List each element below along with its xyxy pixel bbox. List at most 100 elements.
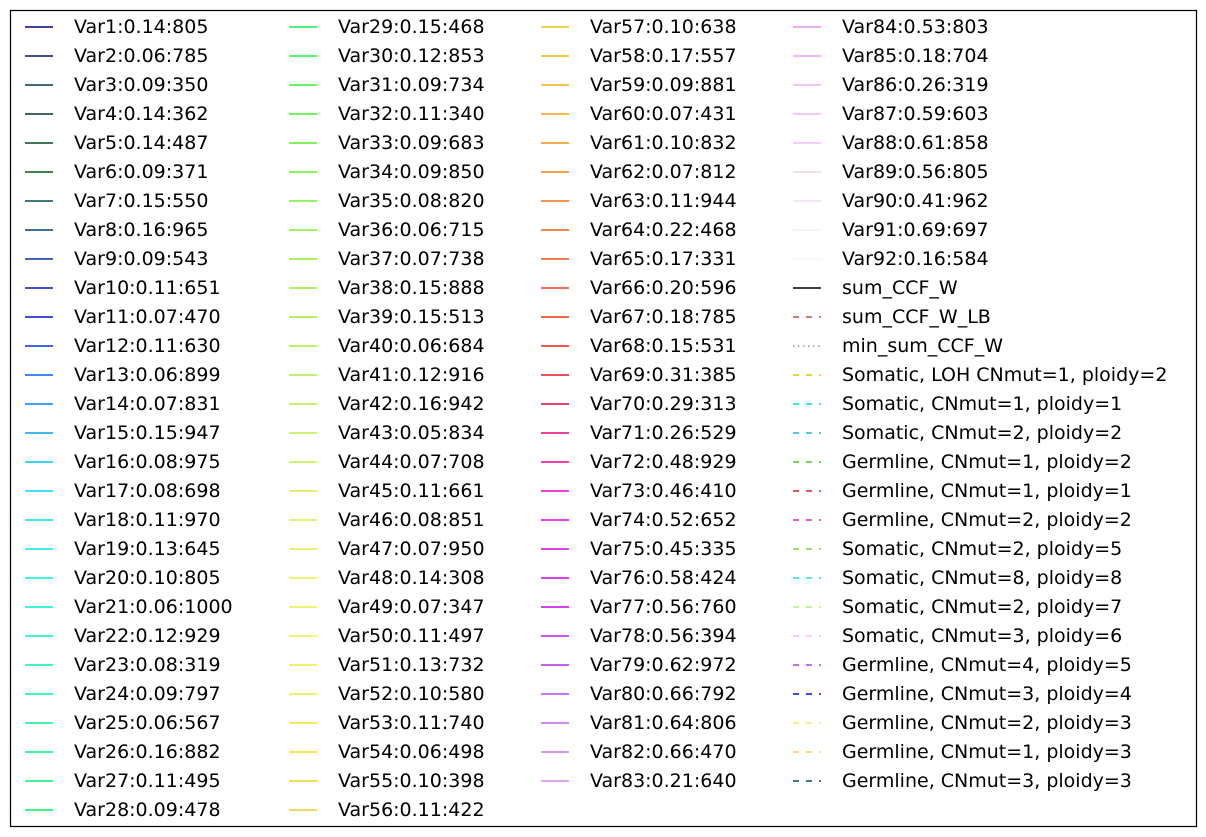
- legend-label-c3-r19: Somatic, CNmut=8, ploidy=8: [842, 567, 1122, 589]
- legend-label-c3-r25: Germline, CNmut=1, ploidy=3: [842, 741, 1132, 763]
- legend-label-c2-r19: Var76:0.58:424: [590, 567, 737, 589]
- legend-label-c0-r26: Var27:0.11:495: [74, 770, 221, 792]
- legend-label-c3-r21: Somatic, CNmut=3, ploidy=6: [842, 625, 1122, 647]
- legend-label-c0-r5: Var6:0.09:371: [74, 161, 208, 183]
- legend-label-c3-r18: Somatic, CNmut=2, ploidy=5: [842, 538, 1122, 560]
- legend-label-c0-r4: Var5:0.14:487: [74, 132, 208, 154]
- legend-label-c0-r3: Var4:0.14:362: [74, 103, 208, 125]
- legend-label-c0-r20: Var21:0.06:1000: [74, 596, 233, 618]
- legend-label-c2-r15: Var72:0.48:929: [590, 451, 737, 473]
- legend-label-c3-r24: Germline, CNmut=2, ploidy=3: [842, 712, 1132, 734]
- legend-label-c3-r17: Germline, CNmut=2, ploidy=2: [842, 509, 1132, 531]
- legend-label-c0-r11: Var12:0.11:630: [74, 335, 221, 357]
- legend-label-c2-r1: Var58:0.17:557: [590, 45, 737, 67]
- legend-label-c0-r15: Var16:0.08:975: [74, 451, 221, 473]
- legend-label-c3-r4: Var88:0.61:858: [842, 132, 989, 154]
- legend-label-c1-r17: Var46:0.08:851: [338, 509, 485, 531]
- legend-label-c3-r6: Var90:0.41:962: [842, 190, 989, 212]
- legend-label-c2-r9: Var66:0.20:596: [590, 277, 737, 299]
- legend-label-c1-r4: Var33:0.09:683: [338, 132, 485, 154]
- legend-label-c0-r18: Var19:0.13:645: [74, 538, 221, 560]
- legend-label-c2-r7: Var64:0.22:468: [590, 219, 737, 241]
- legend-label-c2-r11: Var68:0.15:531: [590, 335, 737, 357]
- legend-label-c1-r1: Var30:0.12:853: [338, 45, 485, 67]
- legend-label-c1-r2: Var31:0.09:734: [338, 74, 485, 96]
- legend-label-c1-r20: Var49:0.07:347: [338, 596, 485, 618]
- legend-label-c1-r5: Var34:0.09:850: [338, 161, 485, 183]
- legend-label-c2-r0: Var57:0.10:638: [590, 16, 737, 38]
- legend-label-c2-r24: Var81:0.64:806: [590, 712, 737, 734]
- legend-label-c1-r23: Var52:0.10:580: [338, 683, 485, 705]
- legend-label-c2-r10: Var67:0.18:785: [590, 306, 737, 328]
- legend-label-c0-r25: Var26:0.16:882: [74, 741, 221, 763]
- legend-label-c1-r19: Var48:0.14:308: [338, 567, 485, 589]
- legend-label-c2-r23: Var80:0.66:792: [590, 683, 737, 705]
- legend-label-c3-r9: sum_CCF_W: [842, 277, 958, 299]
- legend-label-c2-r18: Var75:0.45:335: [590, 538, 737, 560]
- legend-label-c1-r3: Var32:0.11:340: [338, 103, 485, 125]
- legend-label-c2-r22: Var79:0.62:972: [590, 654, 737, 676]
- legend-label-c3-r12: Somatic, LOH CNmut=1, ploidy=2: [842, 364, 1167, 386]
- legend-label-c1-r9: Var38:0.15:888: [338, 277, 485, 299]
- legend-label-c2-r12: Var69:0.31:385: [590, 364, 737, 386]
- legend-label-c1-r16: Var45:0.11:661: [338, 480, 485, 502]
- legend-label-c0-r10: Var11:0.07:470: [74, 306, 221, 328]
- legend-label-c0-r21: Var22:0.12:929: [74, 625, 221, 647]
- legend-label-c2-r8: Var65:0.17:331: [590, 248, 737, 270]
- legend-label-c1-r26: Var55:0.10:398: [338, 770, 485, 792]
- legend-label-c0-r27: Var28:0.09:478: [74, 799, 221, 821]
- legend-label-c2-r4: Var61:0.10:832: [590, 132, 737, 154]
- legend-label-c1-r0: Var29:0.15:468: [338, 16, 485, 38]
- legend-label-c1-r12: Var41:0.12:916: [338, 364, 485, 386]
- legend-label-c1-r22: Var51:0.13:732: [338, 654, 485, 676]
- legend-label-c3-r8: Var92:0.16:584: [842, 248, 989, 270]
- legend-label-c1-r24: Var53:0.11:740: [338, 712, 485, 734]
- legend-label-c1-r21: Var50:0.11:497: [338, 625, 485, 647]
- legend-label-c3-r20: Somatic, CNmut=2, ploidy=7: [842, 596, 1122, 618]
- legend-label-c2-r6: Var63:0.11:944: [590, 190, 737, 212]
- legend-label-c0-r0: Var1:0.14:805: [74, 16, 208, 38]
- legend-label-c3-r10: sum_CCF_W_LB: [842, 306, 991, 328]
- legend-label-c1-r18: Var47:0.07:950: [338, 538, 485, 560]
- legend-label-c0-r17: Var18:0.11:970: [74, 509, 221, 531]
- legend-label-c2-r2: Var59:0.09:881: [590, 74, 737, 96]
- legend-label-c3-r5: Var89:0.56:805: [842, 161, 989, 183]
- legend-label-c1-r14: Var43:0.05:834: [338, 422, 485, 444]
- legend-label-c2-r5: Var62:0.07:812: [590, 161, 737, 183]
- legend-label-c1-r25: Var54:0.06:498: [338, 741, 485, 763]
- legend-label-c0-r23: Var24:0.09:797: [74, 683, 221, 705]
- legend-label-c3-r23: Germline, CNmut=3, ploidy=4: [842, 683, 1132, 705]
- legend-label-c1-r6: Var35:0.08:820: [338, 190, 485, 212]
- legend-label-c3-r22: Germline, CNmut=4, ploidy=5: [842, 654, 1132, 676]
- legend-label-c0-r6: Var7:0.15:550: [74, 190, 208, 212]
- legend-label-c0-r24: Var25:0.06:567: [74, 712, 221, 734]
- legend-label-c1-r8: Var37:0.07:738: [338, 248, 485, 270]
- legend-label-c3-r0: Var84:0.53:803: [842, 16, 989, 38]
- legend-label-c3-r26: Germline, CNmut=3, ploidy=3: [842, 770, 1132, 792]
- legend-label-c0-r12: Var13:0.06:899: [74, 364, 221, 386]
- legend-label-c2-r3: Var60:0.07:431: [590, 103, 737, 125]
- legend-label-c3-r7: Var91:0.69:697: [842, 219, 989, 241]
- legend-label-c1-r7: Var36:0.06:715: [338, 219, 485, 241]
- legend-label-c0-r2: Var3:0.09:350: [74, 74, 208, 96]
- legend-label-c2-r21: Var78:0.56:394: [590, 625, 737, 647]
- legend-label-c3-r15: Germline, CNmut=1, ploidy=2: [842, 451, 1132, 473]
- legend-label-c2-r13: Var70:0.29:313: [590, 393, 737, 415]
- legend-label-c0-r13: Var14:0.07:831: [74, 393, 221, 415]
- legend-label-c1-r27: Var56:0.11:422: [338, 799, 485, 821]
- legend-label-c2-r16: Var73:0.46:410: [590, 480, 737, 502]
- legend-label-c0-r19: Var20:0.10:805: [74, 567, 221, 589]
- legend-label-c2-r14: Var71:0.26:529: [590, 422, 737, 444]
- legend-label-c1-r13: Var42:0.16:942: [338, 393, 485, 415]
- legend-label-c0-r1: Var2:0.06:785: [74, 45, 208, 67]
- legend-label-c1-r10: Var39:0.15:513: [338, 306, 485, 328]
- legend-label-c2-r17: Var74:0.52:652: [590, 509, 737, 531]
- legend-label-c1-r11: Var40:0.06:684: [338, 335, 485, 357]
- legend-label-c2-r20: Var77:0.56:760: [590, 596, 737, 618]
- legend-label-c1-r15: Var44:0.07:708: [338, 451, 485, 473]
- legend-label-c0-r9: Var10:0.11:651: [74, 277, 221, 299]
- legend-chart: Var1:0.14:805 Var2:0.06:785 Var3:0.09:350 V…: [9, 9, 1198, 828]
- legend-label-c3-r3: Var87:0.59:603: [842, 103, 989, 125]
- legend-label-c0-r16: Var17:0.08:698: [74, 480, 221, 502]
- legend-label-c3-r16: Germline, CNmut=1, ploidy=1: [842, 480, 1132, 502]
